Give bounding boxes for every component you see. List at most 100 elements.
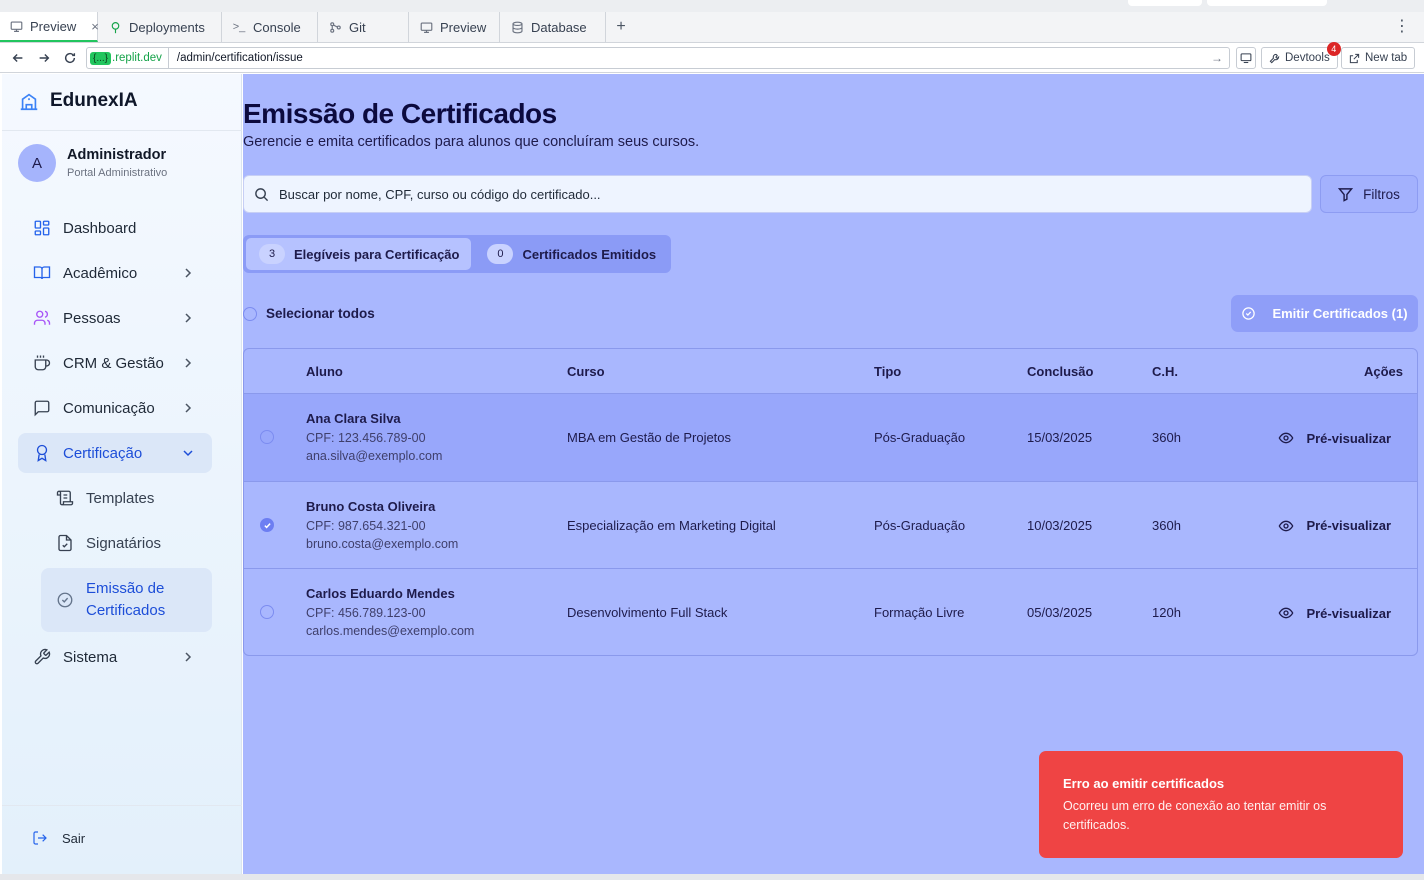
sidebar-item-certificacao[interactable]: Certificação (18, 433, 212, 473)
award-icon (33, 444, 51, 462)
row-radio[interactable] (260, 518, 274, 532)
sidebar-subitem-label: Emissão de Certificados (86, 580, 166, 619)
tab-elegiveis[interactable]: 3 Elegíveis para Certificação (246, 238, 472, 270)
logout-button[interactable]: Sair (32, 830, 85, 846)
sidebar-item-label: Acadêmico (63, 264, 138, 282)
sidebar-item-dashboard[interactable]: Dashboard (18, 208, 212, 248)
coffee-icon (33, 354, 51, 372)
search-bar (243, 175, 1312, 213)
sidebar-nav: Dashboard Acadêmico Pessoas CRM & Gestão… (18, 208, 212, 682)
screen-icon-button[interactable] (1236, 47, 1256, 69)
header-ch: C.H. (1152, 364, 1178, 379)
sidebar-subitem-emissao[interactable]: Emissão de Certificados (41, 568, 212, 632)
url-path: /admin/certification/issue (176, 52, 303, 64)
tab-label: Certificados Emitidos (522, 246, 657, 262)
student-email: ana.silva@exemplo.com (306, 449, 443, 463)
filters-label: Filtros (1363, 186, 1400, 202)
book-icon (33, 264, 51, 282)
logout-icon (32, 830, 48, 846)
user-name: Administrador (67, 147, 167, 163)
toast-title: Erro ao emitir certificados (1063, 776, 1225, 791)
main-content: Emissão de Certificados Gerencie e emita… (243, 74, 1424, 874)
student-cpf: CPF: 123.456.789-00 (306, 431, 426, 445)
top-strip-pill (1128, 0, 1202, 6)
search-icon (254, 187, 269, 202)
sidebar-item-pessoas[interactable]: Pessoas (18, 298, 212, 338)
row-radio[interactable] (260, 430, 274, 444)
preview-label: Pré-visualizar (1306, 605, 1391, 621)
sidebar-subitem-signatarios[interactable]: Signatários (41, 523, 212, 563)
student-info: Carlos Eduardo Mendes CPF: 456.789.123-0… (306, 586, 474, 638)
dashboard-icon (33, 219, 51, 237)
tab-emitidos[interactable]: 0 Certificados Emitidos (474, 238, 668, 270)
error-toast[interactable]: Erro ao emitir certificados Ocorreu um e… (1039, 751, 1403, 858)
certificate-tabs: 3 Elegíveis para Certificação 0 Certific… (243, 235, 672, 273)
row-select[interactable] (260, 518, 274, 533)
users-icon (33, 309, 51, 327)
preview-button[interactable]: Pré-visualizar (1278, 605, 1391, 621)
course-hours: 360h (1152, 517, 1181, 533)
select-all-checkbox[interactable]: Selecionar todos (243, 306, 375, 321)
reload-icon[interactable] (61, 49, 79, 67)
emit-certificates-button[interactable]: Emitir Certificados (1) (1231, 295, 1418, 332)
page-title: Emissão de Certificados (243, 98, 557, 129)
sidebar-subitem-templates[interactable]: Templates (41, 478, 212, 518)
new-tab-button[interactable]: New tab (1341, 47, 1416, 69)
completion-date: 15/03/2025 (1027, 430, 1093, 445)
sidebar-item-crm-gestao[interactable]: CRM & Gestão (18, 343, 212, 383)
new-tab-label: New tab (1365, 52, 1408, 64)
check-circle-icon (56, 591, 74, 609)
tab-label: Git (349, 19, 366, 35)
tab-git[interactable]: Git (318, 12, 409, 42)
course-hours: 120h (1152, 605, 1181, 620)
preview-button[interactable]: Pré-visualizar (1278, 430, 1391, 446)
url-field[interactable]: {...} .replit.dev /admin/certification/i… (86, 47, 1230, 69)
tab-deployments[interactable]: Deployments (98, 12, 222, 42)
tab-console[interactable]: >_ Console (222, 12, 318, 42)
row-select[interactable] (260, 605, 274, 622)
tab-label: Elegíveis para Certificação (294, 246, 460, 262)
sidebar-subitem-label: Templates (86, 489, 155, 507)
sidebar-item-label: CRM & Gestão (63, 354, 164, 372)
students-table: Aluno Curso Tipo Conclusão C.H. Ações An… (243, 348, 1418, 656)
wrench-icon (33, 648, 51, 666)
user-profile[interactable]: A Administrador Portal Administrativo (18, 144, 167, 182)
go-arrow-icon[interactable]: → (1211, 51, 1223, 65)
filters-button[interactable]: Filtros (1320, 175, 1418, 213)
add-tab-button[interactable]: + (606, 12, 636, 42)
check-icon (263, 522, 271, 528)
eye-icon (1278, 605, 1294, 621)
search-input[interactable] (279, 186, 1179, 202)
logout-label: Sair (62, 830, 86, 846)
header-curso: Curso (567, 364, 605, 379)
select-all-radio[interactable] (243, 306, 257, 321)
forward-arrow-icon[interactable] (35, 49, 53, 67)
sidebar-item-comunicacao[interactable]: Comunicação (18, 388, 212, 428)
monitor-icon (419, 20, 433, 34)
devtools-button[interactable]: Devtools 4 (1261, 42, 1341, 69)
back-arrow-icon[interactable] (9, 49, 27, 67)
row-select[interactable] (260, 430, 274, 447)
preview-button[interactable]: Pré-visualizar (1278, 518, 1391, 534)
tab-label: Deployments (129, 19, 205, 35)
more-vertical-icon[interactable]: ⋮ (1394, 19, 1410, 35)
sidebar-item-academico[interactable]: Acadêmico (18, 253, 212, 293)
tab-label: Database (531, 19, 587, 35)
completion-date: 10/03/2025 (1027, 517, 1093, 533)
tab-database[interactable]: Database (500, 12, 606, 42)
table-row[interactable]: Ana Clara Silva CPF: 123.456.789-00 ana.… (244, 394, 1417, 482)
chevron-right-icon (182, 266, 194, 278)
tab-count: 3 (259, 244, 285, 264)
sidebar-item-sistema[interactable]: Sistema (18, 637, 212, 677)
tab-preview-2[interactable]: Preview (409, 12, 500, 42)
table-row[interactable]: Carlos Eduardo Mendes CPF: 456.789.123-0… (244, 569, 1417, 655)
wrench-icon (1269, 53, 1280, 63)
check-circle-icon (1241, 306, 1256, 321)
row-radio[interactable] (260, 605, 274, 619)
student-cpf: CPF: 987.654.321-00 (306, 518, 426, 533)
external-link-icon (1349, 53, 1360, 63)
sidebar-item-label: Sistema (63, 648, 118, 666)
table-row[interactable]: Bruno Costa Oliveira CPF: 987.654.321-00… (244, 482, 1417, 569)
tab-preview[interactable]: Preview × (0, 12, 99, 42)
brand[interactable]: EdunexIA (18, 90, 138, 112)
